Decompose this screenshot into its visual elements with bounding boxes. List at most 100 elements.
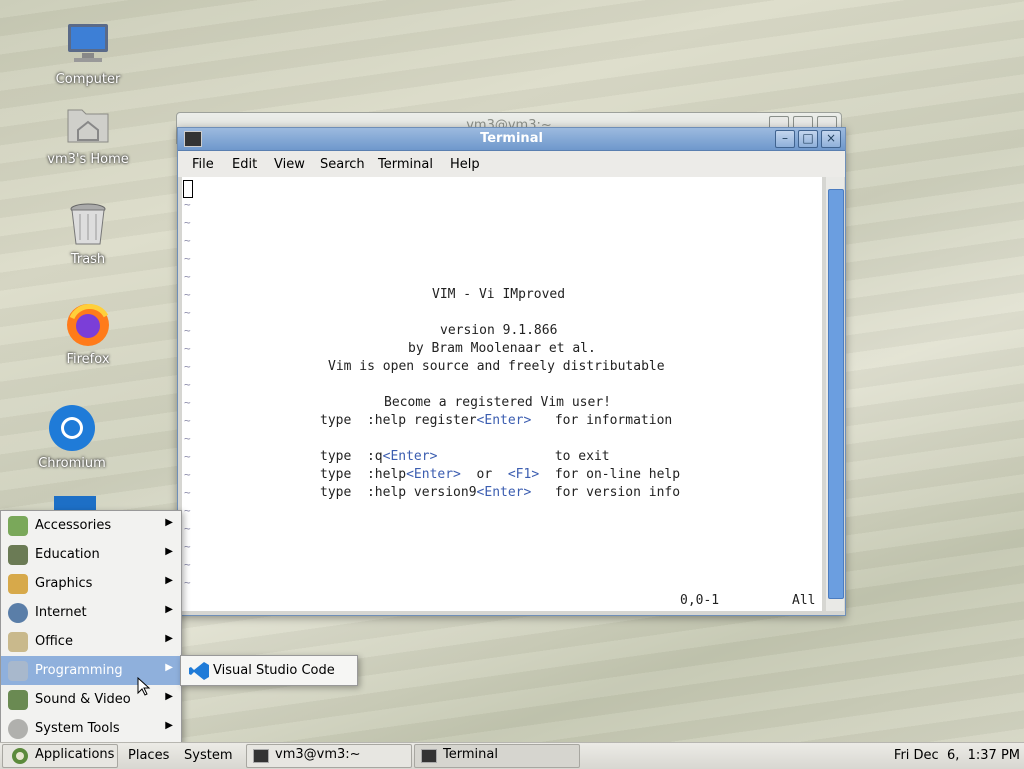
sound-video-icon [8,690,28,710]
vim-help-line: type :help register<Enter> for informati… [320,413,673,428]
vim-empty-line-marker: ~ [184,252,191,265]
task-terminal-window[interactable]: Terminal [414,744,580,768]
programming-icon [8,661,28,681]
scrollbar[interactable] [826,177,844,611]
vim-empty-line-marker: ~ [184,324,191,337]
menu-item-programming[interactable]: Programming ▶ [1,656,181,685]
desktop-icon-firefox[interactable]: Firefox [40,300,136,367]
text-cursor [183,180,193,198]
vim-empty-line-marker: ~ [184,270,191,283]
home-folder-icon [64,100,112,148]
accessories-icon [8,516,28,536]
menu-help[interactable]: Help [450,157,480,172]
menu-edit[interactable]: Edit [232,157,257,172]
chevron-right-icon: ▶ [165,691,173,702]
menu-item-accessories[interactable]: Accessories ▶ [1,511,181,540]
desktop-icon-label: Chromium [38,456,106,471]
menu-item-graphics[interactable]: Graphics ▶ [1,569,181,598]
system-menu[interactable]: System [184,745,232,766]
menu-item-sound-video[interactable]: Sound & Video ▶ [1,685,181,714]
scrollbar-thumb[interactable] [828,189,844,599]
chevron-right-icon: ▶ [165,604,173,615]
task-vm3-window[interactable]: vm3@vm3:~ [246,744,412,768]
vscode-icon [189,662,209,680]
vim-empty-line-marker: ~ [184,414,191,427]
chevron-right-icon: ▶ [165,517,173,528]
minimize-button[interactable]: – [775,130,795,148]
applications-button[interactable]: Applications [2,744,118,768]
vim-version: version 9.1.866 [440,323,558,338]
window-title: Terminal [480,131,543,146]
menu-view[interactable]: View [274,157,305,172]
vim-ruler: 0,0-1 [680,593,720,608]
vim-help-line: type :help version9<Enter> for version i… [320,485,681,500]
vim-empty-line-marker: ~ [184,540,191,553]
vim-empty-line-marker: ~ [184,522,191,535]
vim-empty-line-marker: ~ [184,198,191,211]
terminal-window[interactable]: Terminal – □ × File Edit View Search Ter… [177,127,846,616]
desktop-icon-chromium[interactable]: Chromium [24,404,120,471]
vim-title: VIM - Vi IMproved [432,287,566,302]
vim-empty-line-marker: ~ [184,378,191,391]
menu-search[interactable]: Search [320,157,365,172]
menu-bar: File Edit View Search Terminal Help [178,151,845,177]
menu-file[interactable]: File [192,157,214,172]
vim-scroll-position: All [792,593,816,608]
menu-item-label: Visual Studio Code [213,663,335,678]
vim-empty-line-marker: ~ [184,576,191,589]
gear-icon [8,719,28,739]
menu-item-internet[interactable]: Internet ▶ [1,598,181,627]
taskbar: Applications Places System vm3@vm3:~ Ter… [0,742,1024,769]
chevron-right-icon: ▶ [165,633,173,644]
vim-license: Vim is open source and freely distributa… [328,359,665,374]
terminal-icon [253,749,269,763]
graphics-icon [8,574,28,594]
vim-empty-line-marker: ~ [184,486,191,499]
terminal-screen[interactable]: ~ ~ ~ ~ ~ ~ ~ ~ ~ ~ ~ ~ ~ ~ ~ ~ ~ ~ ~ ~ ~ ~ VIM - Vi IMproved… [182,177,822,611]
vim-empty-line-marker: ~ [184,234,191,247]
desktop-icon-label: Firefox [66,352,110,367]
desktop-icon-label: vm3's Home [47,152,129,167]
desktop-icon-trash[interactable]: Trash [40,200,136,267]
trash-icon [64,200,112,248]
chevron-right-icon: ▶ [165,662,173,673]
vim-help-line: type :q<Enter> to exit [320,449,610,464]
vim-help-line: type :help<Enter> or <F1> for on-line he… [320,467,681,482]
vim-register-msg: Become a registered Vim user! [384,395,611,410]
chevron-right-icon: ▶ [165,575,173,586]
close-button[interactable]: × [821,130,841,148]
menu-terminal[interactable]: Terminal [378,157,433,172]
vim-empty-line-marker: ~ [184,360,191,373]
programming-submenu: Visual Studio Code [180,655,358,686]
vim-author: by Bram Moolenaar et al. [408,341,596,356]
vim-empty-line-marker: ~ [184,558,191,571]
education-icon [8,545,28,565]
places-menu[interactable]: Places [128,745,169,766]
clock[interactable]: Fri Dec 6, 1:37 PM [894,745,1020,766]
terminal-titlebar[interactable]: Terminal – □ × [178,128,845,151]
vim-empty-line-marker: ~ [184,216,191,229]
desktop-icon-computer[interactable]: Computer [40,20,136,87]
terminal-icon [421,749,437,763]
applications-icon [12,748,28,764]
vim-empty-line-marker: ~ [184,396,191,409]
computer-icon [64,20,112,68]
menu-item-system-tools[interactable]: System Tools ▶ [1,714,181,743]
vim-empty-line-marker: ~ [184,288,191,301]
vscode-desktop-icon [54,496,96,510]
maximize-button[interactable]: □ [798,130,818,148]
menu-item-office[interactable]: Office ▶ [1,627,181,656]
vim-empty-line-marker: ~ [184,504,191,517]
office-icon [8,632,28,652]
menu-item-education[interactable]: Education ▶ [1,540,181,569]
firefox-icon [64,300,112,348]
vim-empty-line-marker: ~ [184,450,191,463]
desktop-icon-home[interactable]: vm3's Home [40,100,136,167]
globe-icon [8,603,28,623]
vim-empty-line-marker: ~ [184,468,191,481]
desktop-icon-label: Computer [55,72,121,87]
chevron-right-icon: ▶ [165,546,173,557]
vim-empty-line-marker: ~ [184,306,191,319]
menu-item-vscode[interactable]: Visual Studio Code [181,656,357,685]
mouse-pointer-icon [137,677,151,696]
